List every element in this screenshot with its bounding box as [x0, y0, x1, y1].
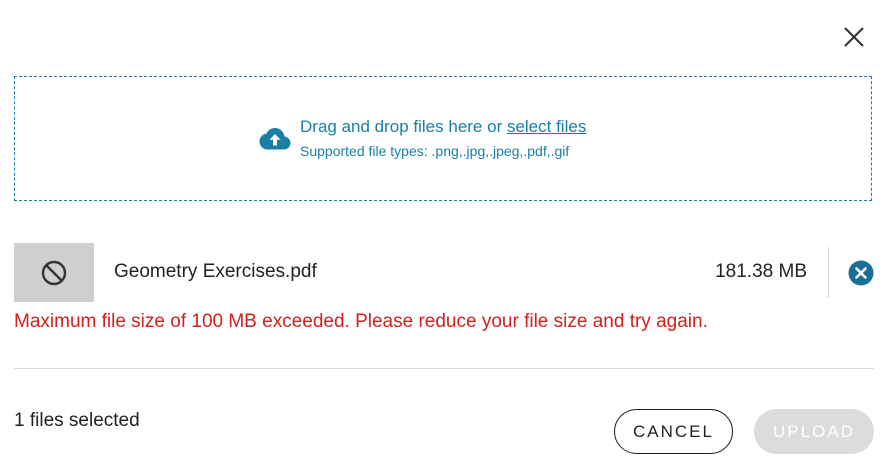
cancel-button[interactable]: CANCEL — [614, 409, 733, 454]
select-files-link[interactable]: select files — [507, 117, 586, 136]
file-thumbnail — [14, 243, 94, 302]
dropzone-text: Drag and drop files here or select files… — [300, 116, 586, 160]
close-button[interactable] — [838, 21, 870, 53]
remove-icon — [848, 260, 874, 286]
dropzone-content: Drag and drop files here or select files… — [259, 116, 586, 160]
file-row: Geometry Exercises.pdf 181.38 MB — [14, 243, 876, 302]
files-selected-count: 1 files selected — [14, 410, 140, 431]
file-name: Geometry Exercises.pdf — [114, 261, 317, 282]
file-dropzone[interactable]: Drag and drop files here or select files… — [14, 76, 872, 201]
file-error-message: Maximum file size of 100 MB exceeded. Pl… — [14, 311, 708, 332]
dropzone-prompt-text: Drag and drop files here or — [300, 117, 507, 136]
cloud-upload-icon — [259, 128, 291, 150]
file-size: 181.38 MB — [715, 261, 807, 282]
upload-button[interactable]: UPLOAD — [754, 409, 874, 454]
row-divider — [828, 247, 829, 298]
remove-file-button[interactable] — [848, 260, 874, 286]
close-icon — [844, 27, 864, 47]
supported-file-types: Supported file types: .png,.jpg,.jpeg,.p… — [300, 143, 570, 159]
upload-dialog: Drag and drop files here or select files… — [0, 0, 889, 470]
dropzone-prompt: Drag and drop files here or select files — [300, 116, 586, 138]
blocked-icon — [41, 260, 67, 285]
footer-divider — [14, 368, 874, 369]
